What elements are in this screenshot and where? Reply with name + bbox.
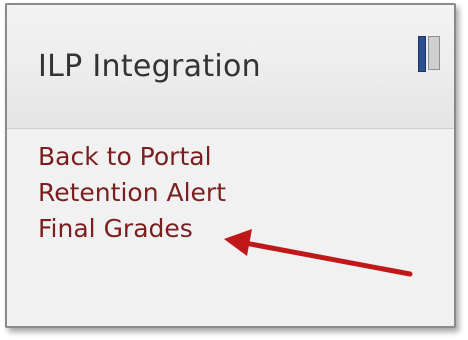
block-title: ILP Integration bbox=[38, 49, 261, 84]
dock-block-icon[interactable] bbox=[417, 36, 443, 72]
retention-alert-link[interactable]: Retention Alert bbox=[38, 175, 226, 211]
final-grades-link[interactable]: Final Grades bbox=[38, 211, 226, 247]
ilp-integration-block: ILP Integration Back to Portal Retention… bbox=[5, 3, 456, 328]
dock-icon-grey-panel bbox=[428, 36, 440, 70]
dock-icon-blue-bar bbox=[418, 36, 426, 72]
block-content: Back to Portal Retention Alert Final Gra… bbox=[7, 129, 454, 326]
block-header: ILP Integration bbox=[7, 5, 454, 129]
link-list: Back to Portal Retention Alert Final Gra… bbox=[38, 139, 226, 247]
back-to-portal-link[interactable]: Back to Portal bbox=[38, 139, 226, 175]
